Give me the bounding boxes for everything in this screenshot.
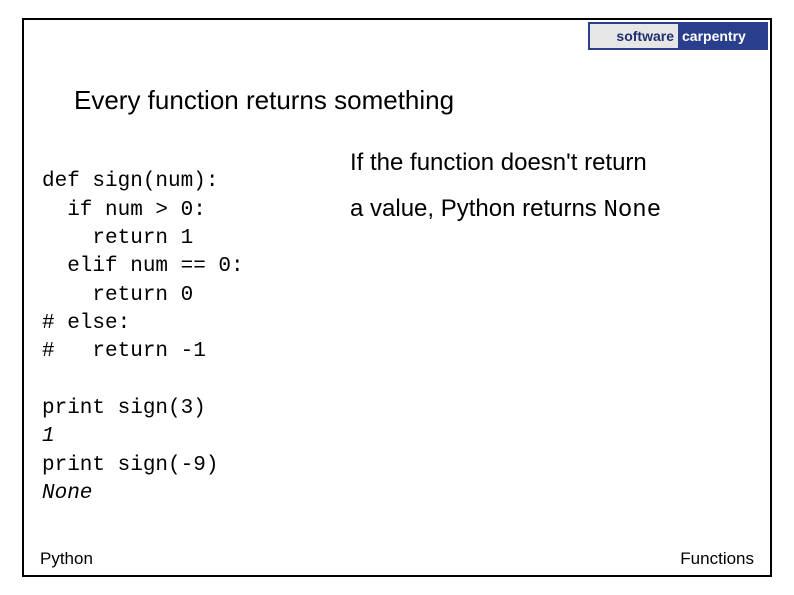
code-result-line: 1 xyxy=(42,425,55,448)
code-literal-none: None xyxy=(603,197,661,224)
footer-right: Functions xyxy=(680,549,754,569)
code-column: def sign(num): if num > 0: return 1 elif… xyxy=(42,140,342,508)
explanation-line: a value, Python returns None xyxy=(350,186,752,234)
code-output-line: print sign(-9) xyxy=(42,454,218,477)
footer-left: Python xyxy=(40,549,93,569)
explanation-line: If the function doesn't return xyxy=(350,140,752,186)
code-line: if num > 0: xyxy=(42,199,206,222)
code-result-line: None xyxy=(42,482,92,505)
logo-text-right: carpentry xyxy=(678,24,766,48)
code-line: # else: xyxy=(42,312,130,335)
logo-text-left: software xyxy=(590,24,678,48)
code-line: elif num == 0: xyxy=(42,255,244,278)
slide-heading: Every function returns something xyxy=(74,85,454,116)
code-line: # return -1 xyxy=(42,340,206,363)
code-output-line: print sign(3) xyxy=(42,397,206,420)
logo-badge: software carpentry xyxy=(588,22,768,50)
code-line: return 1 xyxy=(42,227,193,250)
code-line: return 0 xyxy=(42,284,193,307)
explanation-column: If the function doesn't return a value, … xyxy=(342,140,752,508)
explanation-text: a value, Python returns xyxy=(350,195,603,222)
code-line: def sign(num): xyxy=(42,170,218,193)
content-area: def sign(num): if num > 0: return 1 elif… xyxy=(42,140,752,508)
